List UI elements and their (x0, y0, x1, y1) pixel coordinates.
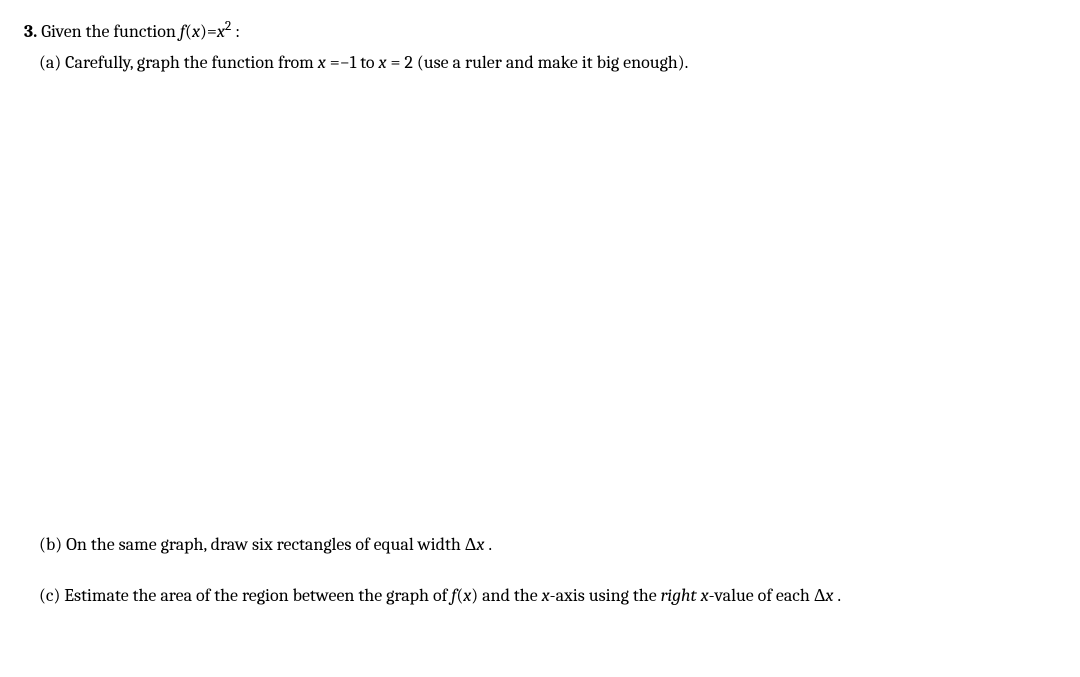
x-value-x: x (701, 585, 709, 606)
x1-var: x (318, 52, 326, 73)
paren-close: ) (200, 21, 207, 42)
intro-suffix: : (235, 21, 240, 42)
delta-symbol: Δ (465, 534, 477, 555)
right-word: right (661, 585, 701, 606)
x1-eq: = (326, 52, 340, 73)
equals-sign: = (207, 21, 217, 42)
function-expression: f(x)=x2 (180, 21, 235, 42)
part-b-period: . (484, 534, 492, 555)
part-c: (c) Estimate the area of the region betw… (39, 582, 1056, 609)
x2-eq: = (387, 52, 401, 73)
part-a-text-1: Carefully, graph the function from (61, 52, 318, 73)
function-x: x (192, 21, 200, 42)
paren-open: ( (185, 21, 192, 42)
x-axis-x: x (542, 585, 550, 606)
part-a-label: (a) (39, 52, 61, 73)
problem-statement: 3. Given the function f(x)=x2 : (24, 18, 1056, 45)
graph-workspace (24, 76, 1056, 531)
x1-val: −1 (340, 52, 357, 73)
part-a-text-2: (use a ruler and make it big enough). (413, 52, 688, 73)
rhs-x: x (217, 21, 225, 42)
x2-var: x (379, 52, 387, 73)
part-b: (b) On the same graph, draw six rectangl… (39, 531, 1056, 558)
part-c-text-1: Estimate the area of the region between … (60, 585, 451, 606)
part-c-mid2: -value of each (709, 585, 814, 606)
part-c-label: (c) (39, 585, 60, 606)
part-c-mid1: and the (478, 585, 542, 606)
part-a: (a) Carefully, graph the function from x… (39, 49, 1056, 76)
problem-number: 3. (24, 21, 37, 42)
x-axis-text: -axis using the (550, 585, 661, 606)
part-c-period: . (833, 585, 841, 606)
part-b-text: On the same graph, draw six rectangles o… (62, 534, 465, 555)
part-b-label: (b) (39, 534, 62, 555)
delta-symbol-c: Δ (814, 585, 826, 606)
exponent: 2 (225, 19, 231, 34)
part-a-mid: to (356, 52, 378, 73)
intro-text: Given the function (41, 21, 180, 42)
x2-val: 2 (400, 52, 412, 73)
